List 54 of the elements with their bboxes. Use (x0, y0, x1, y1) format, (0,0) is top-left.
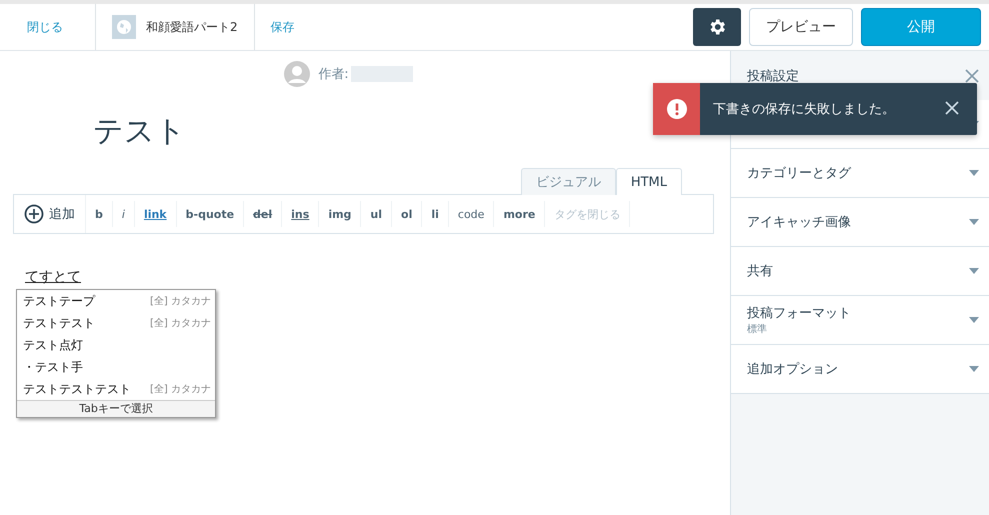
plus-icon (24, 204, 44, 224)
candidate-item[interactable]: テスト点灯 (23, 336, 83, 354)
alert-icon (666, 99, 686, 119)
section-value: 標準 (747, 322, 768, 336)
format-button[interactable]: i (112, 201, 135, 227)
format-button[interactable]: img (319, 201, 362, 227)
section-label: 追加オプション (747, 361, 838, 378)
caret-icon (969, 317, 979, 323)
caret-icon (969, 366, 979, 372)
candidate-item[interactable]: ・テスト手 (23, 358, 83, 376)
post-body-text[interactable]: てすとて (25, 268, 81, 286)
format-button[interactable]: link (134, 201, 177, 227)
settings-section[interactable]: 共有 (731, 247, 989, 296)
editor-tab[interactable]: ビジュアル (520, 168, 616, 195)
settings-section[interactable]: 投稿フォーマット 標準 (731, 296, 989, 345)
format-button[interactable]: b-quote (176, 201, 244, 227)
site-name: 和顔愛語パート2 (146, 18, 238, 36)
candidate-item[interactable]: テストテスト (23, 314, 95, 332)
preview-button[interactable]: プレビュー (749, 8, 853, 46)
section-label: アイキャッチ画像 (747, 214, 851, 231)
avatar-icon (284, 61, 310, 87)
section-label: 共有 (747, 263, 773, 280)
add-button[interactable]: 追加 (18, 195, 86, 233)
editor-tab[interactable]: HTML (616, 168, 682, 195)
format-button[interactable]: ins (282, 201, 320, 227)
format-button[interactable]: ol (392, 201, 422, 227)
candidate-item[interactable]: テストテープ (23, 292, 95, 310)
format-button[interactable]: code (448, 201, 494, 227)
candidate-footer: Tabキーで選択 (17, 400, 215, 417)
caret-icon (969, 170, 979, 176)
save-link[interactable]: 保存 (270, 18, 295, 36)
format-button[interactable]: ul (361, 201, 392, 227)
toast-message: 下書きの保存に失敗しました。 (713, 101, 896, 118)
caret-icon (969, 268, 979, 274)
candidate-hint: [全] カタカナ (150, 295, 211, 308)
candidate-item[interactable]: テストテストテスト (23, 380, 131, 398)
section-label: カテゴリーとタグ (747, 165, 851, 182)
settings-button[interactable] (693, 8, 741, 46)
format-button[interactable]: del (244, 201, 282, 227)
format-button[interactable]: more (494, 201, 546, 227)
globe-icon (112, 15, 136, 39)
close-icon[interactable] (945, 100, 959, 114)
section-label: 投稿フォーマット (747, 305, 851, 322)
author-label: 作者: (318, 66, 349, 83)
format-button[interactable]: li (422, 201, 449, 227)
format-button[interactable]: b (86, 201, 113, 227)
close-link[interactable]: 閉じる (27, 18, 63, 36)
settings-section[interactable]: アイキャッチ画像 (731, 198, 989, 247)
settings-section[interactable]: 追加オプション (731, 345, 989, 394)
sidebar-title: 投稿設定 (747, 68, 799, 84)
candidate-hint: [全] カタカナ (150, 383, 211, 396)
caret-icon (969, 219, 979, 225)
candidate-hint: [全] カタカナ (150, 317, 211, 330)
settings-section[interactable]: カテゴリーとタグ (731, 149, 989, 198)
